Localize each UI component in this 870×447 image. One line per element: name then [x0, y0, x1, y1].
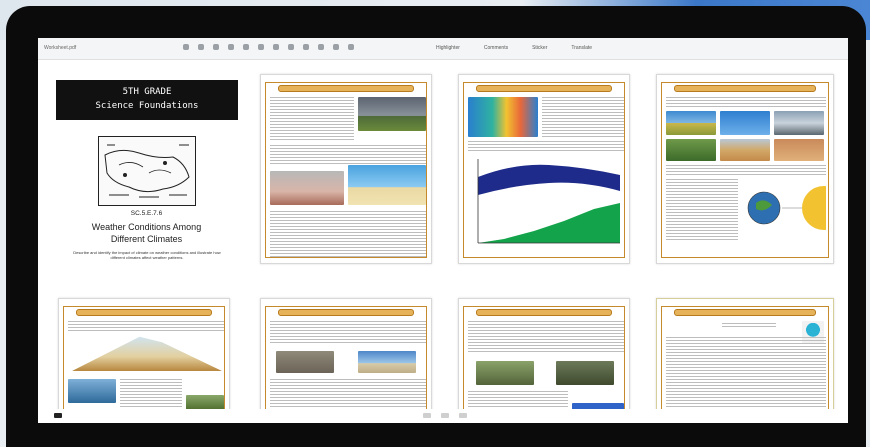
desert-photo — [720, 139, 770, 161]
page-thumbnail-8[interactable] — [656, 298, 834, 418]
page-indicator[interactable] — [441, 413, 449, 418]
wetland-photo — [556, 361, 614, 385]
menu-comments[interactable]: Comments — [481, 44, 511, 52]
earth-sun-diagram — [747, 186, 826, 230]
viewer-footer — [38, 409, 848, 423]
tablet-device: Worksheet.pdf Highlighter Comments Stick… — [6, 6, 866, 447]
file-name: Worksheet.pdf — [44, 45, 77, 51]
toolbar-menu: Highlighter Comments Sticker Translate — [433, 44, 595, 52]
page-thumbnail-3[interactable] — [458, 74, 630, 264]
highlighter-icon[interactable] — [258, 44, 264, 50]
page-ribbon — [278, 85, 414, 92]
page-ribbon — [674, 85, 816, 92]
page-thumbnail-4[interactable] — [656, 74, 834, 264]
zoom-in-icon[interactable] — [228, 44, 234, 50]
cover-banner-line2: Science Foundations — [95, 101, 199, 111]
mountain-diagram — [72, 336, 222, 371]
standard-code: SC.5.E.7.6 — [130, 210, 163, 217]
cover-title-line1: Weather Conditions Among — [91, 222, 202, 232]
storm-photo — [358, 97, 426, 131]
menu-highlighter[interactable]: Highlighter — [433, 44, 463, 52]
town-photo — [276, 351, 334, 373]
weather-map-image — [98, 136, 196, 206]
page-ribbon — [476, 85, 612, 92]
shape-icon[interactable] — [303, 44, 309, 50]
page-ribbon — [476, 309, 612, 316]
page-thumbnail-7[interactable] — [458, 298, 630, 418]
sky-photo — [720, 111, 770, 135]
cover-banner-line1: 5TH GRADE — [122, 87, 172, 97]
people-photo — [270, 171, 344, 205]
text-icon[interactable] — [288, 44, 294, 50]
chevron-left-icon[interactable] — [423, 413, 431, 418]
cover-title-line2: Different Climates — [110, 234, 183, 244]
pager — [423, 413, 467, 418]
ruler-icon[interactable] — [333, 44, 339, 50]
menu-sticker[interactable]: Sticker — [529, 44, 550, 52]
page-ribbon — [674, 309, 816, 316]
lake-photo — [68, 379, 116, 403]
pen-icon[interactable] — [243, 44, 249, 50]
menu-translate[interactable]: Translate — [568, 44, 595, 52]
forest-photo — [666, 139, 716, 161]
toolbar-icons — [183, 44, 354, 50]
chevron-right-icon[interactable] — [459, 413, 467, 418]
cover-banner: 5TH GRADE Science Foundations — [56, 80, 238, 120]
page-thumbnail-6[interactable] — [260, 298, 432, 418]
redo-icon[interactable] — [198, 44, 204, 50]
image-icon[interactable] — [318, 44, 324, 50]
cover-page[interactable]: 5TH GRADE Science Foundations SC.5.E.7.6… — [54, 78, 239, 293]
farm-photo — [476, 361, 534, 385]
climate-map — [468, 97, 538, 137]
coast-photo — [358, 351, 416, 373]
sidebar-icon[interactable] — [54, 413, 62, 418]
beach-photo — [348, 165, 426, 205]
page-ribbon — [76, 309, 212, 316]
car-photo — [774, 111, 824, 135]
page-thumbnail-2[interactable] — [260, 74, 432, 264]
document-viewer-screen: Worksheet.pdf Highlighter Comments Stick… — [38, 38, 848, 423]
climate-graph — [474, 155, 624, 247]
undo-icon[interactable] — [183, 44, 189, 50]
lasso-icon[interactable] — [348, 44, 354, 50]
eraser-icon[interactable] — [273, 44, 279, 50]
rock-photo — [774, 139, 824, 161]
page-ribbon — [278, 309, 414, 316]
cover-description: Describe and identify the impact of clim… — [73, 250, 221, 260]
field-photo — [666, 111, 716, 135]
zoom-out-icon[interactable] — [213, 44, 219, 50]
page-thumbnail-5[interactable] — [58, 298, 230, 418]
viewer-toolbar: Worksheet.pdf Highlighter Comments Stick… — [38, 38, 848, 60]
